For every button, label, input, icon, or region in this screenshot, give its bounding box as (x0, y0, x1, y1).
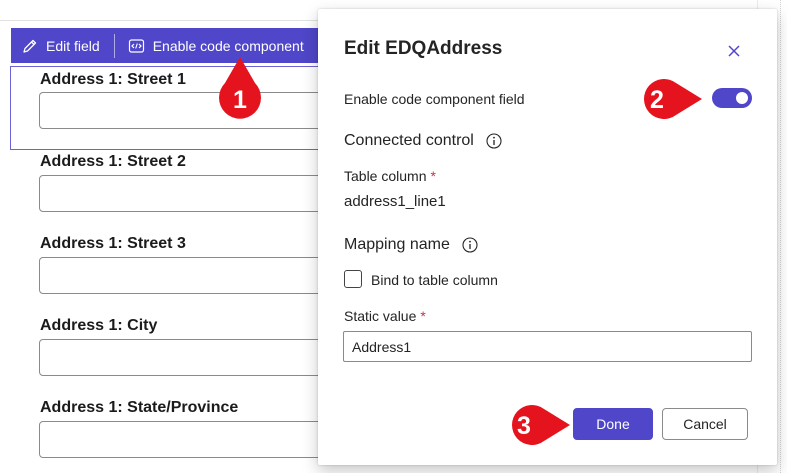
required-indicator: * (430, 168, 436, 184)
enable-code-component-field-label: Enable code component field (344, 91, 525, 107)
enable-code-component-label: Enable code component (152, 37, 304, 54)
enable-code-component-toggle[interactable] (712, 88, 752, 108)
callout-marker-3: 3 (502, 403, 570, 447)
callout-number: 2 (650, 86, 664, 114)
callout-number: 1 (233, 86, 247, 114)
connected-control-heading: Connected control (344, 132, 474, 149)
field-label-state-province: Address 1: State/Province (40, 399, 239, 416)
table-column-label: Table column * (344, 168, 436, 184)
static-value-label: Static value * (344, 308, 426, 324)
canvas-right-dotted-guide (780, 0, 781, 473)
edit-field-panel: Edit EDQAddress Enable code component fi… (318, 9, 777, 465)
edit-field-button[interactable]: Edit field (11, 28, 100, 63)
field-command-bar: Edit field Enable code component (11, 28, 329, 63)
field-label-street-1: Address 1: Street 1 (40, 71, 186, 88)
required-indicator: * (420, 308, 426, 324)
state-province-input[interactable] (39, 421, 339, 458)
pencil-icon (22, 38, 38, 54)
street-3-input[interactable] (39, 257, 339, 294)
callout-marker-2: 2 (636, 77, 702, 121)
field-label-street-3: Address 1: Street 3 (40, 235, 186, 252)
cancel-button[interactable]: Cancel (662, 408, 748, 440)
close-icon[interactable] (725, 42, 743, 60)
street-2-input[interactable] (39, 175, 339, 212)
field-label-city: Address 1: City (40, 317, 158, 334)
toolbar-separator (113, 33, 115, 58)
code-component-icon (128, 38, 145, 54)
street-1-input[interactable] (39, 92, 329, 129)
static-value-input[interactable] (343, 331, 752, 362)
canvas-top-divider (0, 20, 330, 21)
edit-field-label: Edit field (46, 37, 100, 54)
callout-marker-1: 1 (216, 57, 264, 123)
info-icon[interactable] (486, 133, 502, 149)
done-button[interactable]: Done (573, 408, 653, 440)
bind-to-table-column-label: Bind to table column (371, 272, 498, 288)
mapping-name-heading: Mapping name (344, 236, 450, 253)
callout-number: 3 (517, 412, 531, 440)
field-label-street-2: Address 1: Street 2 (40, 153, 186, 170)
city-input[interactable] (39, 339, 339, 376)
panel-title: Edit EDQAddress (344, 38, 503, 59)
info-icon[interactable] (462, 237, 478, 253)
bind-to-table-column-checkbox[interactable] (344, 270, 362, 288)
table-column-value: address1_line1 (344, 193, 446, 210)
toggle-knob (736, 92, 748, 104)
